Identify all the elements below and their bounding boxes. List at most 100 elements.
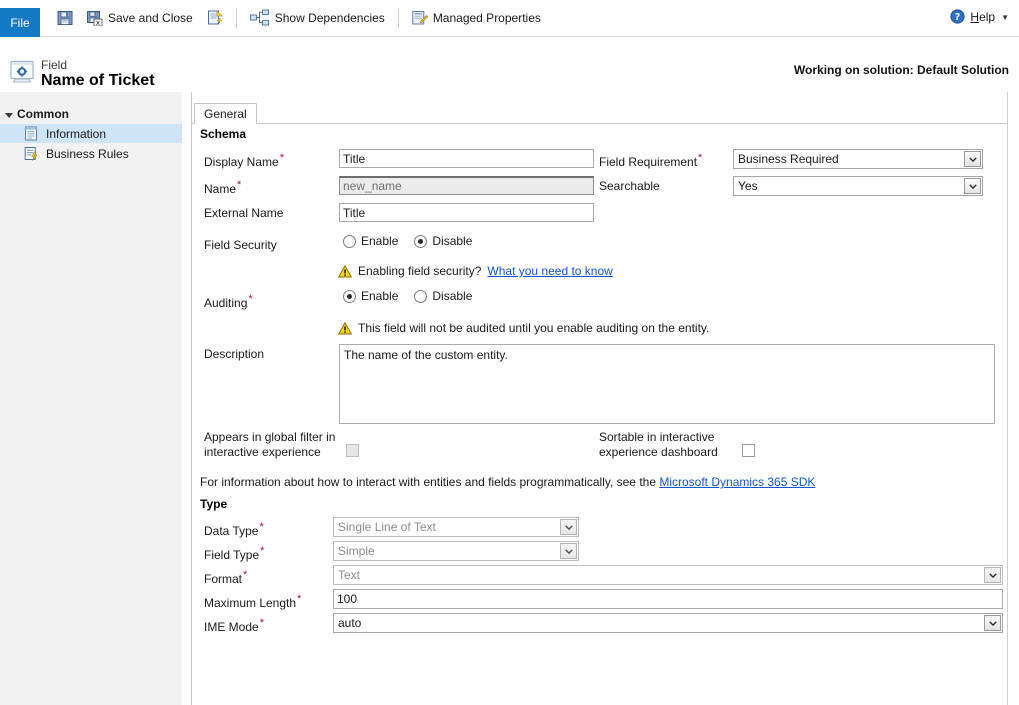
global-filter-label: Appears in global filter in interactive … <box>204 430 336 459</box>
field-icon <box>9 60 35 84</box>
content-right-edge <box>1007 92 1008 705</box>
command-bar: File x Save and Close Show Dependencies … <box>0 0 1019 37</box>
searchable-label: Searchable <box>599 179 660 193</box>
radio-label: Disable <box>432 234 473 248</box>
display-name-input[interactable] <box>339 149 594 168</box>
sidebar-group-label: Common <box>17 107 69 121</box>
managed-properties-button[interactable]: Managed Properties <box>405 3 548 33</box>
ime-mode-select[interactable]: auto <box>333 613 1003 633</box>
required-marker: * <box>279 152 284 164</box>
section-heading-type: Type <box>200 497 228 511</box>
external-name-input[interactable] <box>339 203 594 222</box>
show-dependencies-label: Show Dependencies <box>274 11 385 25</box>
solution-context-label: Working on solution: Default Solution <box>793 63 1009 77</box>
svg-text:x: x <box>96 19 100 26</box>
required-marker: * <box>297 593 302 605</box>
managed-properties-icon <box>412 10 429 26</box>
file-menu-tab[interactable]: File <box>0 8 40 37</box>
required-marker: * <box>243 569 248 581</box>
sidebar-gap <box>182 92 191 705</box>
data-type-label: Data Type* <box>204 521 264 538</box>
what-you-need-to-know-link[interactable]: What you need to know <box>487 264 612 278</box>
field-security-enable-radio[interactable]: Enable <box>343 234 398 248</box>
managed-properties-label: Managed Properties <box>432 11 541 25</box>
chevron-down-icon[interactable] <box>984 615 1001 631</box>
field-requirement-value: Business Required <box>738 152 839 166</box>
field-requirement-select[interactable]: Business Required <box>733 149 983 169</box>
ime-mode-label: IME Mode* <box>204 617 264 634</box>
required-marker: * <box>259 617 264 629</box>
field-form-pane: General Schema Display Name* Field Requi… <box>192 92 1019 705</box>
tab-label: General <box>204 106 247 121</box>
required-marker: * <box>259 521 264 533</box>
show-dependencies-button[interactable]: Show Dependencies <box>243 3 392 33</box>
save-icon <box>57 10 73 26</box>
command-separator-1 <box>235 8 237 28</box>
radio-label: Enable <box>361 289 399 303</box>
required-marker: * <box>698 152 703 164</box>
sidebar-item-information[interactable]: Information <box>0 124 182 143</box>
radio-indicator <box>414 234 428 248</box>
auditing-radio-group: Enable Disable <box>343 289 488 303</box>
save-button[interactable] <box>50 3 80 33</box>
field-type-value: Simple <box>338 544 375 558</box>
save-and-close-label: Save and Close <box>108 11 193 25</box>
help-icon: ? <box>950 9 966 25</box>
field-requirement-label: Field Requirement* <box>599 152 703 169</box>
warning-icon <box>337 321 353 335</box>
radio-label: Disable <box>432 289 473 303</box>
maximum-length-label: Maximum Length* <box>204 593 302 610</box>
name-label: Name* <box>204 179 242 196</box>
information-icon <box>24 126 40 142</box>
chevron-down-icon[interactable] <box>964 151 981 167</box>
field-type-select[interactable]: Simple <box>333 541 579 561</box>
chevron-down-icon[interactable] <box>964 178 981 194</box>
required-marker: * <box>237 179 242 191</box>
field-security-warning: Enabling field security? What you need t… <box>337 264 613 278</box>
page-title: Name of Ticket <box>41 72 155 89</box>
svg-text:?: ? <box>955 12 961 23</box>
save-and-close-button[interactable]: x Save and Close <box>80 3 200 33</box>
sidebar-group-common[interactable]: Common <box>5 107 69 121</box>
data-type-select[interactable]: Single Line of Text <box>333 517 579 537</box>
name-input[interactable] <box>339 176 594 195</box>
ime-mode-value: auto <box>338 616 362 630</box>
auditing-disable-radio[interactable]: Disable <box>414 289 472 303</box>
auditing-enable-radio[interactable]: Enable <box>343 289 398 303</box>
sidebar-item-business-rules[interactable]: Business Rules <box>0 144 182 163</box>
description-label: Description <box>204 347 265 361</box>
searchable-value: Yes <box>738 179 758 193</box>
tabstrip-divider <box>192 123 1008 124</box>
chevron-down-icon <box>984 567 1001 583</box>
command-separator-2 <box>397 8 399 28</box>
radio-indicator <box>343 289 356 303</box>
sortable-label: Sortable in interactive experience dashb… <box>599 430 718 459</box>
tabstrip: General <box>192 98 1008 124</box>
warning-icon <box>337 264 353 278</box>
chevron-down-icon <box>560 519 577 535</box>
description-textarea[interactable] <box>339 344 995 424</box>
radio-label: Enable <box>361 234 399 248</box>
data-type-value: Single Line of Text <box>338 520 436 534</box>
auditing-warning: This field will not be audited until you… <box>337 321 709 335</box>
new-icon <box>207 10 223 26</box>
command-buttons: x Save and Close Show Dependencies Manag… <box>50 0 548 36</box>
radio-indicator <box>343 234 356 248</box>
required-marker: * <box>248 293 253 305</box>
page-kind-label: Field <box>41 58 68 72</box>
field-editor-window: File x Save and Close Show Dependencies … <box>0 0 1019 705</box>
tab-general[interactable]: General <box>194 103 257 124</box>
help-button[interactable]: ? Help ▼ <box>950 9 1009 25</box>
format-select[interactable]: Text <box>333 565 1003 585</box>
external-name-label: External Name <box>204 206 284 220</box>
new-button[interactable] <box>200 3 230 33</box>
dynamics-365-sdk-link[interactable]: Microsoft Dynamics 365 SDK <box>659 475 815 489</box>
maximum-length-input[interactable] <box>333 589 1003 609</box>
format-value: Text <box>338 568 361 582</box>
navigation-sidebar: Common Information Business Rules <box>0 92 182 705</box>
searchable-select[interactable]: Yes <box>733 176 983 196</box>
sortable-checkbox[interactable] <box>742 444 755 457</box>
field-security-disable-radio[interactable]: Disable <box>414 234 472 248</box>
sdk-note-text: For information about how to interact wi… <box>200 475 656 489</box>
global-filter-checkbox <box>346 444 359 457</box>
